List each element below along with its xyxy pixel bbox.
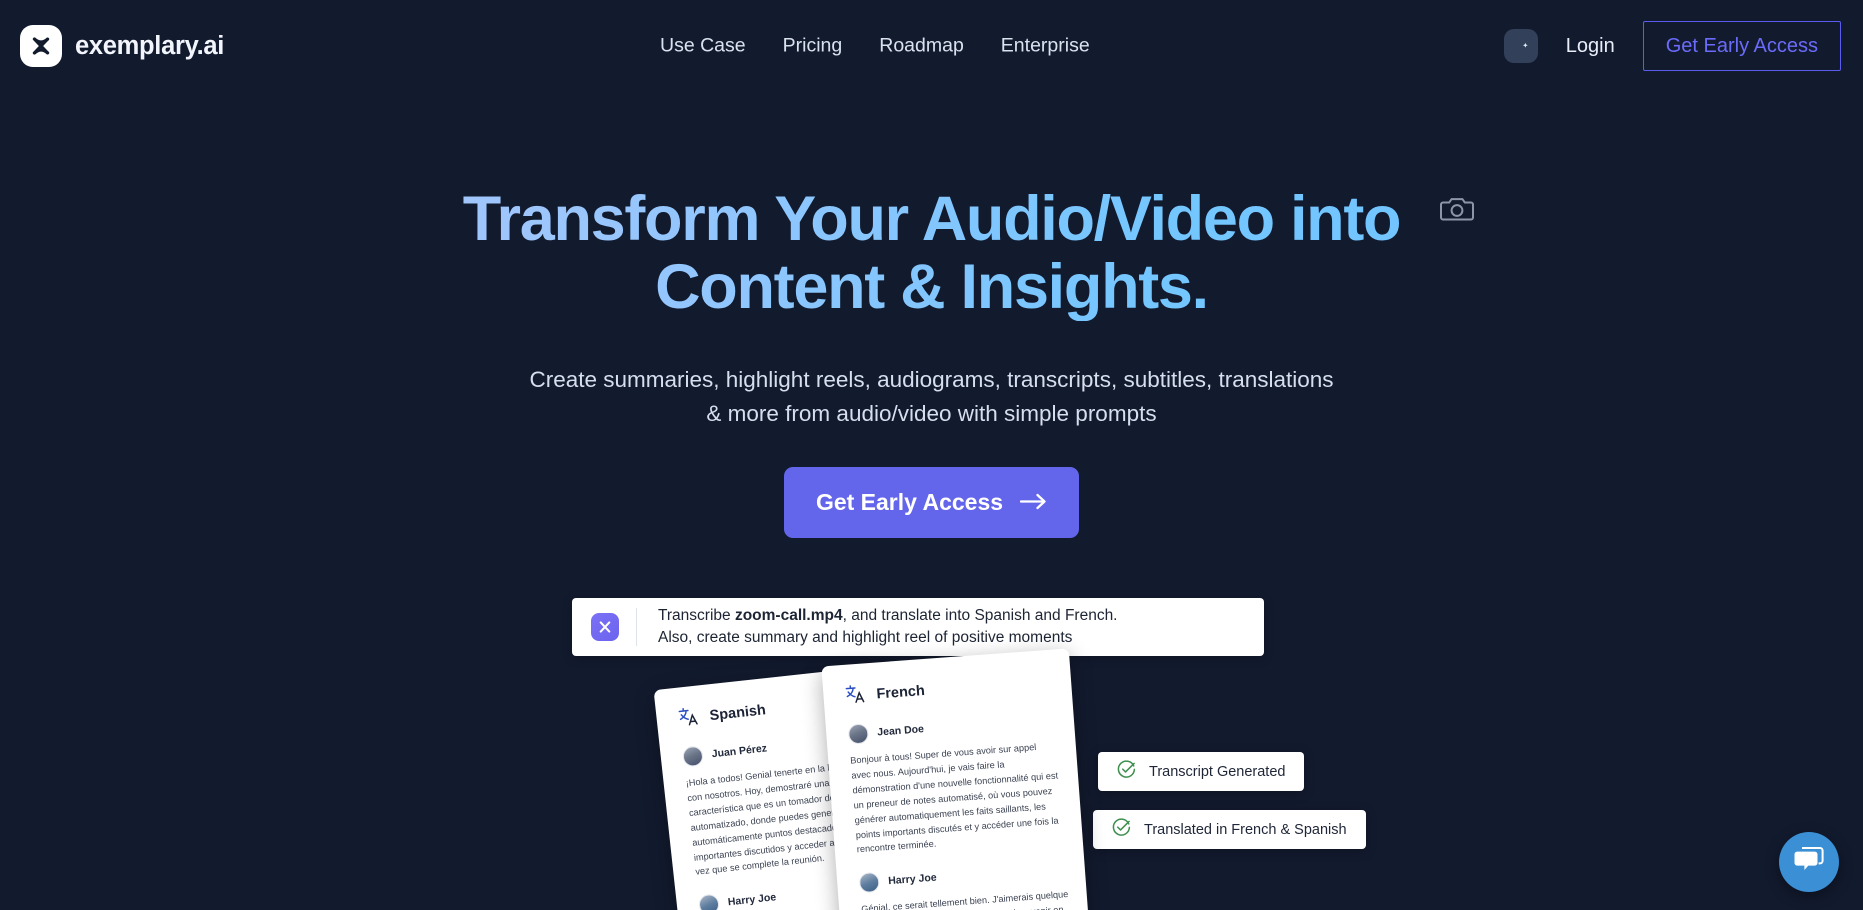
x-mark-logo-icon <box>20 25 62 67</box>
prompt-text: Transcribe zoom-call.mp4, and translate … <box>637 605 1118 649</box>
nav-item-roadmap[interactable]: Roadmap <box>879 35 964 58</box>
status-badge-transcript-generated: Transcript Generated <box>1098 752 1305 791</box>
transcript-card-french[interactable]: French Jean Doe Bonjour à tous! Super de… <box>821 648 1091 910</box>
subhead-line-1: Create summaries, highlight reels, audio… <box>529 367 1334 392</box>
hero-cta-wrapper: Get Early Access <box>0 467 1863 538</box>
prompt-line1-prefix: Transcribe <box>658 607 735 624</box>
speaker-name: Harry Joe <box>887 871 938 888</box>
brand-logo[interactable]: exemplary.ai <box>20 25 224 67</box>
hero-get-early-access-button[interactable]: Get Early Access <box>783 467 1080 538</box>
header-get-early-access-button[interactable]: Get Early Access <box>1642 21 1841 71</box>
status-badge-label: Translated in French & Spanish <box>1144 821 1347 838</box>
page-title: Transform Your Audio/Video into Content … <box>0 185 1863 321</box>
status-badge-label: Transcript Generated <box>1149 763 1286 780</box>
transcript-language-label: French <box>875 682 926 703</box>
prompt-input-card[interactable]: Transcribe zoom-call.mp4, and translate … <box>572 598 1264 656</box>
speaker-name: Harry Joe <box>727 891 777 909</box>
avatar <box>858 872 881 894</box>
speaker-name: Jean Doe <box>876 723 925 739</box>
translate-icon <box>678 706 699 732</box>
status-badge-translated: Translated in French & Spanish <box>1093 810 1366 849</box>
chat-bubbles-icon <box>1793 845 1825 880</box>
headline-line-2: Content & Insights. <box>655 252 1208 323</box>
nav-item-enterprise[interactable]: Enterprise <box>1001 35 1090 58</box>
transcript-cards-stage: Spanish Juan Pérez ¡Hola a todos! Genial… <box>0 648 1863 910</box>
avatar <box>847 723 870 745</box>
prompt-line-2: Also, create summary and highlight reel … <box>658 629 1073 646</box>
site-header: exemplary.ai Use Case Pricing Roadmap En… <box>0 0 1863 92</box>
prompt-filename: zoom-call.mp4 <box>734 607 843 624</box>
nav-item-use-case[interactable]: Use Case <box>660 35 746 58</box>
avatar <box>681 745 704 768</box>
transcript-text: Bonjour à tous! Super de vous avoir sur … <box>849 741 1059 855</box>
moon-sparkle-dark-mode-icon[interactable] <box>1503 29 1538 63</box>
brand-name: exemplary.ai <box>75 31 225 60</box>
hero-subtitle: Create summaries, highlight reels, audio… <box>0 363 1863 431</box>
camera-icon[interactable] <box>1440 193 1474 228</box>
headline-line-1: Transform Your Audio/Video into <box>462 184 1401 254</box>
prompt-line1-suffix: , and translate into Spanish and French. <box>842 607 1118 624</box>
login-link[interactable]: Login <box>1560 35 1621 58</box>
translate-icon <box>845 683 866 708</box>
nav-item-pricing[interactable]: Pricing <box>783 35 843 58</box>
subhead-line-2: & more from audio/video with simple prom… <box>706 401 1157 427</box>
landing-page: exemplary.ai Use Case Pricing Roadmap En… <box>0 0 1863 910</box>
x-mark-logo-icon <box>591 613 619 641</box>
check-circle-icon <box>1117 759 1136 784</box>
primary-nav: Use Case Pricing Roadmap Enterprise <box>660 35 1090 58</box>
check-circle-icon <box>1112 817 1131 842</box>
chat-widget-button[interactable] <box>1779 832 1839 892</box>
prompt-line-1: Transcribe zoom-call.mp4, and translate … <box>658 605 1118 627</box>
arrow-right-icon <box>1019 489 1047 516</box>
avatar <box>698 893 721 910</box>
hero-cta-label: Get Early Access <box>815 489 1004 515</box>
speaker-name: Juan Pérez <box>711 742 768 761</box>
transcript-language-label: Spanish <box>708 702 767 725</box>
header-actions: Login Get Early Access <box>1503 21 1841 71</box>
